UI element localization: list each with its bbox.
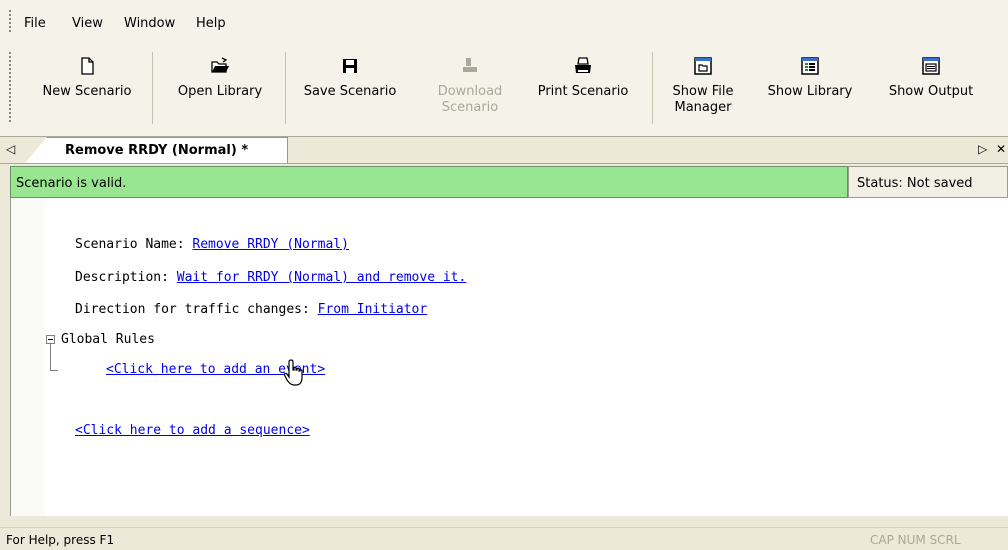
- toolbar-separator: [652, 52, 653, 124]
- show-file-manager-button[interactable]: Show File Manager: [656, 48, 750, 128]
- open-library-label: Open Library: [177, 84, 263, 99]
- tab-label: Remove RRDY (Normal) *: [65, 143, 249, 158]
- validation-banner: Scenario is valid.: [10, 166, 848, 198]
- open-folder-icon: [211, 57, 229, 73]
- scenario-name-row: Scenario Name: Remove RRDY (Normal): [75, 237, 349, 252]
- open-library-button[interactable]: Open Library: [158, 48, 282, 128]
- description-label: Description:: [75, 270, 177, 285]
- save-scenario-button[interactable]: Save Scenario: [288, 48, 412, 128]
- print-scenario-label: Print Scenario: [537, 84, 629, 99]
- status-bar: For Help, press F1 CAP NUM SCRL: [0, 527, 1008, 550]
- menu-file[interactable]: File: [24, 16, 46, 31]
- toolbar-separator: [285, 52, 286, 124]
- download-label-line2: Scenario: [441, 100, 499, 115]
- scenario-name-label: Scenario Name:: [75, 237, 193, 252]
- save-status-panel: Status: Not saved: [848, 166, 1008, 198]
- add-sequence-link[interactable]: <Click here to add a sequence>: [75, 423, 310, 438]
- show-file-manager-line1: Show File: [672, 84, 734, 99]
- tree-line: [50, 370, 58, 371]
- new-scenario-label: New Scenario: [42, 84, 132, 99]
- save-scenario-label: Save Scenario: [303, 84, 397, 99]
- tab-remove-rrdy[interactable]: Remove RRDY (Normal) *: [25, 137, 288, 163]
- output-window-icon: [922, 57, 940, 75]
- menu-bar: File View Window Help: [0, 0, 1008, 40]
- description-row: Description: Wait for RRDY (Normal) and …: [75, 270, 466, 285]
- new-document-icon: [81, 57, 94, 75]
- tab-close-icon[interactable]: ✕: [996, 142, 1006, 156]
- toolbar-grip: [9, 52, 11, 122]
- collapse-toggle-icon[interactable]: [46, 335, 55, 344]
- show-output-button[interactable]: Show Output: [876, 48, 986, 128]
- new-scenario-button[interactable]: New Scenario: [24, 48, 150, 128]
- show-output-label: Show Output: [888, 84, 974, 99]
- download-label-line1: Download: [437, 84, 503, 99]
- document-tab-bar: ◁ Remove RRDY (Normal) * ▷ ✕: [0, 136, 1008, 164]
- download-scenario-button[interactable]: Download Scenario: [424, 48, 516, 128]
- library-icon: [801, 57, 819, 75]
- show-library-label: Show Library: [767, 84, 853, 99]
- menu-grip: [9, 10, 11, 32]
- tab-scroll-right-icon[interactable]: ▷: [978, 142, 987, 156]
- toolbar-separator: [152, 52, 153, 124]
- toolbar: New Scenario Open Library Save Scenario …: [0, 40, 1008, 136]
- printer-icon: [575, 57, 591, 73]
- print-scenario-button[interactable]: Print Scenario: [520, 48, 646, 128]
- save-status-text: Status: Not saved: [857, 176, 973, 191]
- save-disk-icon: [343, 59, 357, 73]
- tab-scroll-left-icon[interactable]: ◁: [6, 142, 15, 156]
- hand-pointer-icon: [283, 359, 303, 386]
- global-rules-label: Global Rules: [61, 332, 155, 347]
- file-manager-icon: [694, 57, 712, 75]
- help-hint: For Help, press F1: [6, 533, 115, 547]
- keyboard-indicators: CAP NUM SCRL: [870, 533, 961, 547]
- menu-window[interactable]: Window: [124, 16, 175, 31]
- scenario-editor: Scenario Name: Remove RRDY (Normal) Desc…: [10, 198, 1008, 516]
- menu-help[interactable]: Help: [196, 16, 226, 31]
- download-icon: [463, 58, 477, 72]
- show-file-manager-line2: Manager: [674, 100, 732, 115]
- show-library-button[interactable]: Show Library: [756, 48, 864, 128]
- direction-label: Direction for traffic changes:: [75, 302, 318, 317]
- direction-row: Direction for traffic changes: From Init…: [75, 302, 427, 317]
- scenario-name-link[interactable]: Remove RRDY (Normal): [192, 237, 349, 252]
- tab-slant: [25, 137, 47, 163]
- validation-message: Scenario is valid.: [16, 176, 127, 191]
- tree-line: [50, 344, 51, 370]
- editor-gutter: [11, 198, 45, 516]
- menu-view[interactable]: View: [72, 16, 103, 31]
- description-link[interactable]: Wait for RRDY (Normal) and remove it.: [177, 270, 467, 285]
- direction-link[interactable]: From Initiator: [318, 302, 428, 317]
